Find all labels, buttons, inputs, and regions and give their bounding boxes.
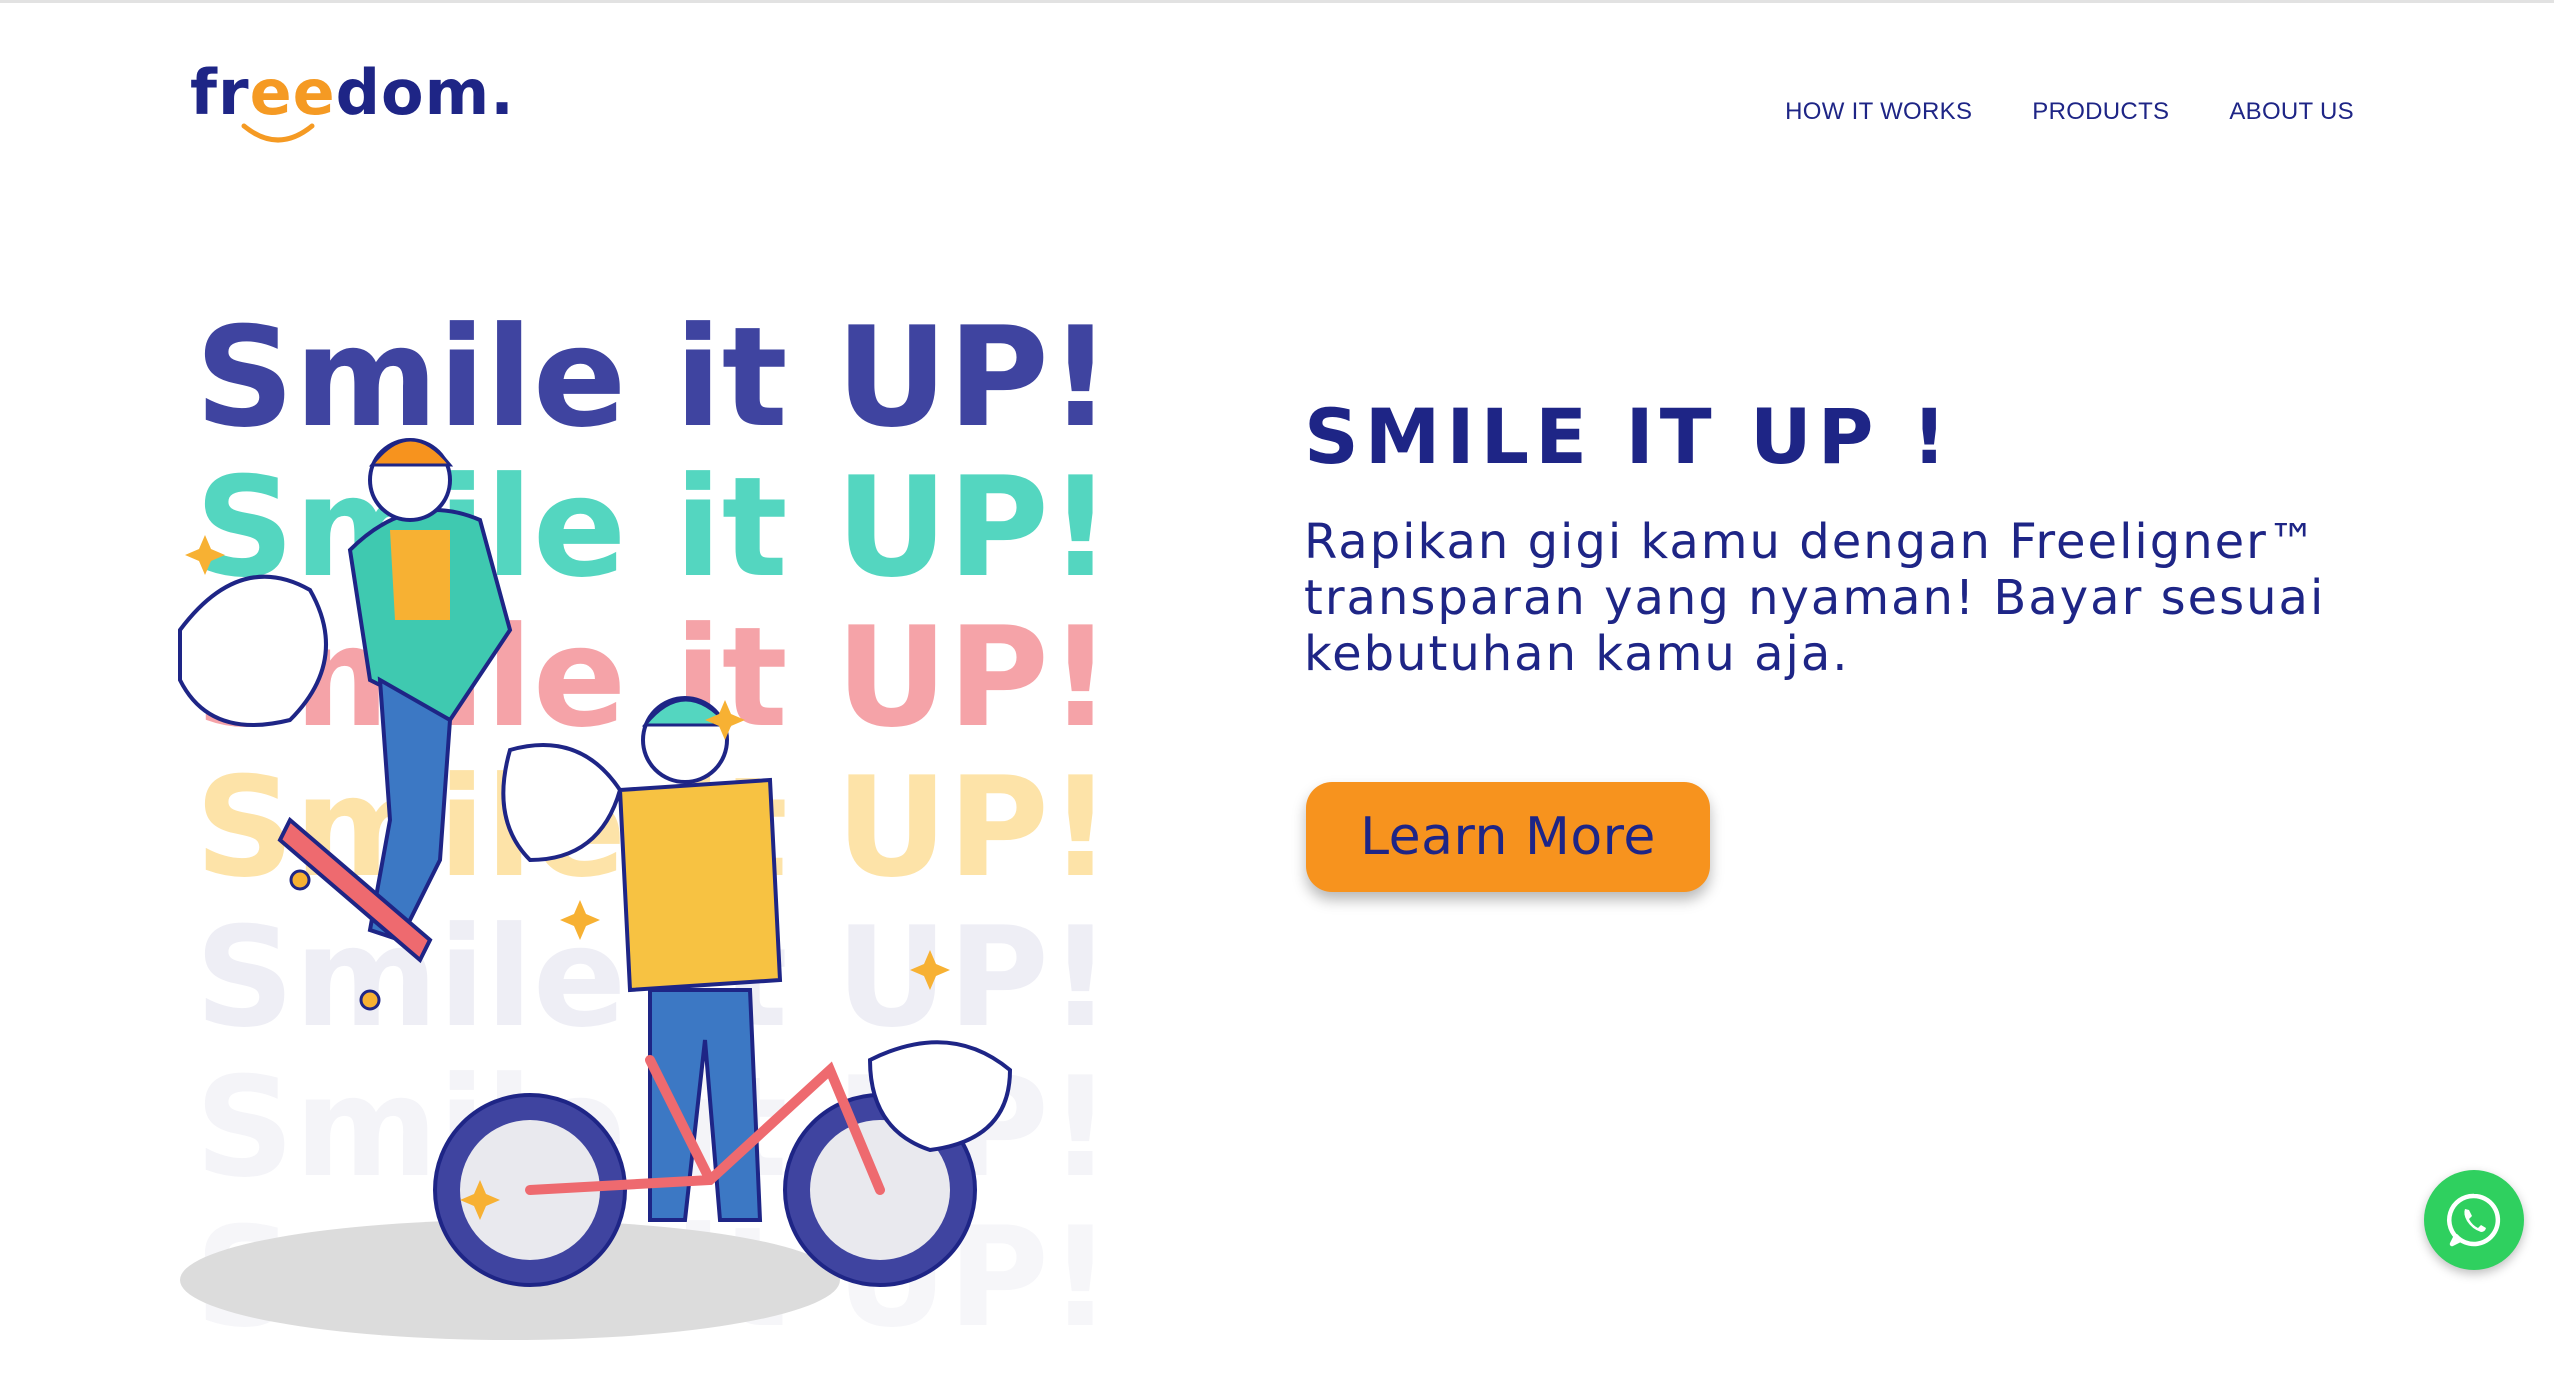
illus-text-row-1: Smile it UP!	[195, 300, 1100, 458]
whatsapp-button[interactable]	[2424, 1170, 2524, 1270]
hero-illustration: Smile it UP! Smile it UP! Smile it UP! S…	[178, 300, 1100, 1350]
nav-products[interactable]: PRODUCTS	[2032, 98, 2169, 126]
hero-title: SMILE IT UP !	[1304, 392, 1953, 481]
top-border	[0, 0, 2554, 3]
illus-text-row-2: Smile it UP!	[195, 447, 1100, 608]
logo-wordmark: freedom.	[190, 56, 515, 129]
whatsapp-icon	[2447, 1193, 2501, 1247]
main-nav: HOW IT WORKS PRODUCTS ABOUT US	[1785, 98, 2354, 126]
logo-smile-icon	[241, 123, 315, 143]
brand-logo[interactable]: freedom.	[190, 56, 515, 162]
hero-subtitle: Rapikan gigi kamu dengan Freeligner™ tra…	[1304, 514, 2326, 682]
nav-about-us[interactable]: ABOUT US	[2229, 98, 2354, 126]
learn-more-button[interactable]: Learn More	[1306, 782, 1710, 892]
nav-how-it-works[interactable]: HOW IT WORKS	[1785, 98, 1972, 126]
